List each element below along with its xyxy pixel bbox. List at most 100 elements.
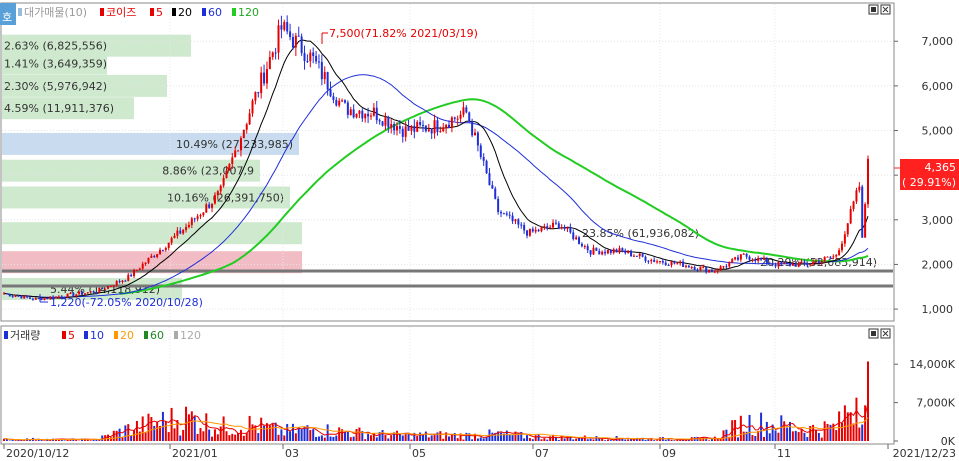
candle-body bbox=[81, 291, 84, 295]
candle-body bbox=[488, 173, 491, 186]
volume-bar bbox=[867, 361, 869, 441]
candle-body bbox=[185, 226, 188, 230]
volume-bar bbox=[231, 433, 234, 441]
candle-body bbox=[621, 248, 624, 251]
candle-body bbox=[23, 295, 26, 299]
volume-bar bbox=[228, 435, 231, 441]
candle-body bbox=[748, 256, 751, 260]
candle-body bbox=[537, 229, 540, 232]
volume-profile-label: 23.85% (61,936,082) bbox=[582, 227, 699, 240]
volume-profile-band bbox=[2, 222, 302, 245]
candle-body bbox=[563, 227, 566, 230]
volume-profile-label: 2.30% (5,976,942) bbox=[4, 80, 107, 93]
candle-body bbox=[167, 242, 170, 248]
volume-bar bbox=[323, 437, 326, 441]
candle-body bbox=[358, 110, 361, 114]
legend-ma-swatch bbox=[232, 8, 236, 16]
volume-bar bbox=[150, 417, 153, 441]
candle-body bbox=[734, 257, 737, 260]
candle-body bbox=[638, 253, 641, 257]
candle-body bbox=[693, 267, 696, 270]
legend-volume-ma-label: 20 bbox=[120, 329, 134, 342]
volume-bar bbox=[719, 438, 722, 441]
high-annotation: 7,500(71.82% 2021/03/19) bbox=[329, 27, 478, 40]
candle-body bbox=[430, 129, 433, 134]
candle-body bbox=[858, 186, 861, 191]
price-panel-minimize-button[interactable] bbox=[868, 4, 879, 15]
legend-series-swatch bbox=[100, 8, 104, 16]
candle-body bbox=[393, 124, 396, 131]
volume-bar bbox=[823, 421, 826, 441]
candle-body bbox=[355, 113, 358, 118]
candle-body bbox=[491, 185, 494, 189]
candle-body bbox=[505, 213, 508, 215]
candle-body bbox=[196, 216, 199, 220]
candle-body bbox=[121, 280, 124, 282]
candle-body bbox=[514, 219, 517, 222]
candle-body bbox=[138, 268, 141, 270]
candle-body bbox=[803, 261, 806, 264]
candle-body bbox=[751, 259, 754, 261]
candle-body bbox=[98, 287, 101, 293]
volume-bar bbox=[271, 423, 274, 441]
volume-bar bbox=[606, 439, 609, 441]
price-tick-label: 6,000 bbox=[922, 80, 954, 93]
volume-bar bbox=[329, 436, 332, 441]
candle-body bbox=[286, 22, 289, 32]
x-tick-label: 07 bbox=[535, 447, 549, 460]
candle-body bbox=[190, 218, 193, 225]
candle-body bbox=[783, 262, 786, 264]
volume-bar bbox=[644, 440, 647, 441]
candle-body bbox=[251, 100, 254, 114]
volume-bar bbox=[199, 428, 202, 441]
candle-body bbox=[315, 56, 318, 62]
volume-bar bbox=[234, 434, 237, 441]
candle-body bbox=[609, 249, 612, 253]
volume-bar bbox=[794, 430, 797, 441]
candle-body bbox=[219, 185, 222, 192]
legend-ma-label: 20 bbox=[178, 6, 192, 19]
candle-body bbox=[257, 92, 260, 94]
volume-bar bbox=[800, 428, 803, 441]
candle-body bbox=[502, 213, 505, 215]
candle-body bbox=[150, 256, 153, 258]
volume-bar bbox=[791, 431, 794, 441]
volume-bar bbox=[118, 428, 121, 441]
candle-body bbox=[543, 226, 546, 228]
volume-bar bbox=[528, 438, 531, 441]
volume-bar bbox=[245, 432, 248, 441]
volume-bar bbox=[167, 432, 170, 441]
candle-body bbox=[343, 100, 346, 103]
price-panel-close-button[interactable] bbox=[880, 4, 891, 15]
volume-bar bbox=[130, 435, 133, 441]
candle-body bbox=[797, 263, 800, 267]
candle-body bbox=[436, 120, 439, 133]
candle-body bbox=[424, 125, 427, 132]
volume-bar bbox=[465, 432, 468, 441]
candle-body bbox=[445, 124, 448, 128]
volume-bar bbox=[338, 427, 341, 441]
legend-volume-title: 거래량 bbox=[10, 329, 40, 342]
volume-panel-close-button[interactable] bbox=[880, 328, 891, 339]
candle-body bbox=[228, 163, 231, 171]
legend-vp-label: 대가매물(10) bbox=[24, 6, 87, 19]
candle-body bbox=[326, 72, 329, 90]
volume-bar bbox=[817, 432, 820, 441]
volume-panel-minimize-button[interactable] bbox=[868, 328, 879, 339]
candle-body bbox=[303, 53, 306, 62]
volume-bar bbox=[736, 437, 739, 441]
candle-body bbox=[482, 157, 485, 161]
volume-bar bbox=[289, 431, 292, 441]
volume-bar bbox=[300, 429, 303, 441]
candle-body bbox=[806, 263, 809, 266]
candle-body bbox=[387, 117, 390, 128]
volume-bar bbox=[211, 436, 214, 441]
volume-bar bbox=[34, 440, 37, 441]
legend-ma-label: 5 bbox=[156, 6, 163, 19]
volume-bar bbox=[826, 423, 829, 441]
candle-body bbox=[124, 280, 127, 282]
candle-body bbox=[375, 107, 378, 121]
candle-body bbox=[641, 253, 644, 257]
volume-bar bbox=[803, 432, 806, 441]
volume-profile-label: 2.63% (6,825,556) bbox=[4, 40, 107, 53]
